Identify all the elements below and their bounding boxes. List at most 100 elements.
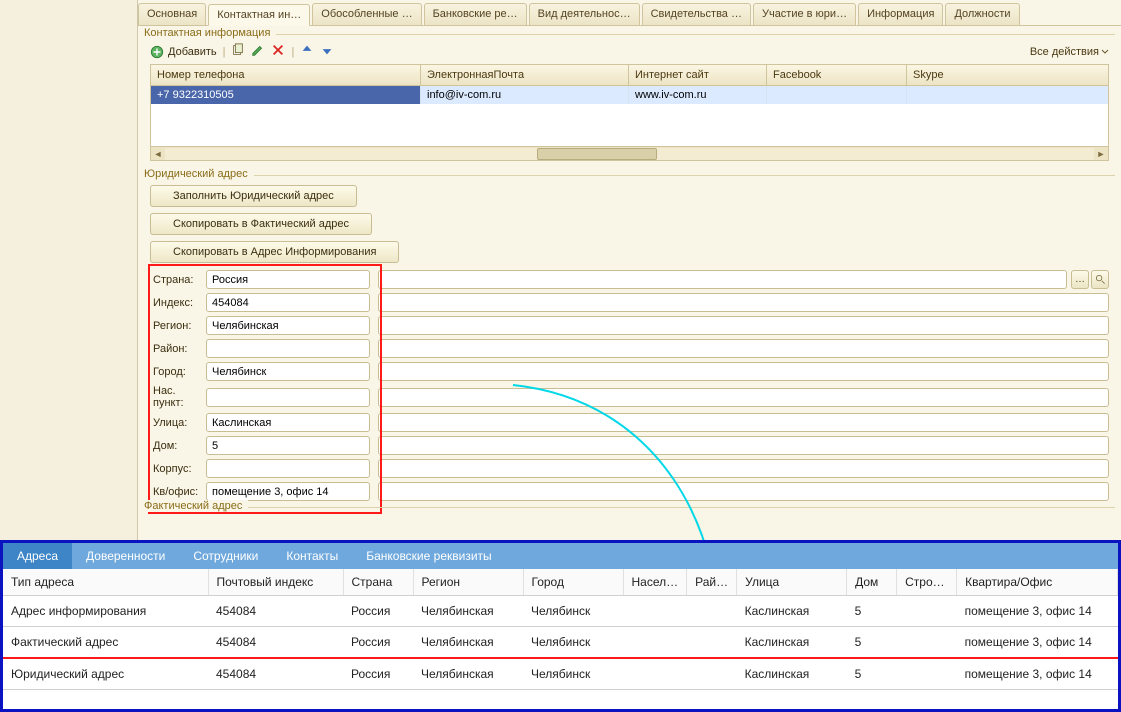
locality-full-input[interactable] (378, 388, 1109, 407)
table-row[interactable]: Фактический адрес 454084 Россия Челябинс… (3, 627, 1118, 659)
bottom-table-header: Тип адреса Почтовый индекс Страна Регион… (3, 569, 1118, 596)
country-full-input[interactable] (378, 270, 1067, 289)
tab-certs[interactable]: Свидетельства … (642, 3, 751, 25)
contact-table-hscroll[interactable]: ◄ ► (151, 146, 1108, 160)
contact-row[interactable]: +7 9322310505 info@iv-com.ru www.iv-com.… (151, 86, 1108, 104)
copy-icon[interactable] (231, 43, 245, 60)
bc-city: Челябинск (523, 596, 623, 627)
building-label: Корпус: (150, 463, 206, 475)
region-input[interactable] (206, 316, 370, 335)
search-button[interactable] (1091, 270, 1109, 289)
district-input[interactable] (206, 339, 370, 358)
plus-circle-icon (150, 45, 164, 59)
scroll-thumb[interactable] (537, 148, 657, 160)
bh-type[interactable]: Тип адреса (3, 569, 208, 596)
tab-branches[interactable]: Обособленные … (312, 3, 421, 25)
flat-input[interactable] (206, 482, 370, 501)
district-full-input[interactable] (378, 339, 1109, 358)
city-label: Город: (150, 366, 206, 378)
bc-street: Каслинская (737, 658, 847, 690)
tab-bank[interactable]: Банковские ре… (424, 3, 527, 25)
down-icon[interactable] (320, 43, 334, 60)
bc-house: 5 (847, 627, 897, 659)
bh-index[interactable]: Почтовый индекс (208, 569, 343, 596)
building-input[interactable] (206, 459, 370, 478)
house-label: Дом: (150, 440, 206, 452)
bc-bld (897, 596, 957, 627)
cell-email: info@iv-com.ru (421, 86, 629, 104)
edit-icon[interactable] (251, 43, 265, 60)
district-label: Район: (150, 343, 206, 355)
region-full-input[interactable] (378, 316, 1109, 335)
tab-positions[interactable]: Должности (945, 3, 1019, 25)
street-full-input[interactable] (378, 413, 1109, 432)
building-full-input[interactable] (378, 459, 1109, 478)
add-button[interactable]: Добавить (150, 45, 217, 59)
flat-full-input[interactable] (378, 482, 1109, 501)
delete-icon[interactable] (271, 43, 285, 60)
bh-building[interactable]: Стро… (897, 569, 957, 596)
col-phone[interactable]: Номер телефона (151, 65, 421, 85)
btab-bank-req[interactable]: Банковские реквизиты (352, 543, 505, 569)
copy-to-inform-button[interactable]: Скопировать в Адрес Информирования (150, 241, 399, 263)
bh-region[interactable]: Регион (413, 569, 523, 596)
legal-address-group: Юридический адрес Заполнить Юридический … (144, 175, 1115, 501)
bc-flat: помещение 3, офис 14 (957, 658, 1118, 690)
tab-info[interactable]: Информация (858, 3, 943, 25)
contact-info-title: Контактная информация (144, 27, 276, 39)
btab-contacts[interactable]: Контакты (272, 543, 352, 569)
index-full-input[interactable] (378, 293, 1109, 312)
bc-type: Юридический адрес (3, 658, 208, 690)
bc-loc (623, 627, 687, 659)
bc-type: Адрес информирования (3, 596, 208, 627)
legal-address-title: Юридический адрес (144, 168, 254, 180)
picker-button[interactable]: … (1071, 270, 1089, 289)
table-row[interactable]: Адрес информирования 454084 Россия Челяб… (3, 596, 1118, 627)
city-input[interactable] (206, 362, 370, 381)
bc-dist (687, 627, 737, 659)
bh-locality[interactable]: Насел… (623, 569, 687, 596)
left-rail (0, 0, 138, 540)
btab-addresses[interactable]: Адреса (3, 543, 72, 569)
index-input[interactable] (206, 293, 370, 312)
fill-legal-button[interactable]: Заполнить Юридический адрес (150, 185, 357, 207)
tab-main[interactable]: Основная (138, 3, 206, 25)
col-skype[interactable]: Skype (907, 65, 1108, 85)
scroll-right-icon[interactable]: ► (1094, 147, 1108, 161)
house-full-input[interactable] (378, 436, 1109, 455)
bh-city[interactable]: Город (523, 569, 623, 596)
bc-city: Челябинск (523, 658, 623, 690)
all-actions-button[interactable]: Все действия (1030, 46, 1109, 58)
table-row[interactable]: Юридический адрес 454084 Россия Челябинс… (3, 658, 1118, 690)
bc-house: 5 (847, 596, 897, 627)
col-facebook[interactable]: Facebook (767, 65, 907, 85)
street-input[interactable] (206, 413, 370, 432)
bc-street: Каслинская (737, 596, 847, 627)
bottom-panel: Адреса Доверенности Сотрудники Контакты … (0, 540, 1121, 712)
toolbar-sep: | (223, 46, 226, 58)
scroll-track[interactable] (165, 148, 1094, 160)
house-input[interactable] (206, 436, 370, 455)
bh-country[interactable]: Страна (343, 569, 413, 596)
search-icon (1095, 274, 1106, 285)
bc-house: 5 (847, 658, 897, 690)
bh-house[interactable]: Дом (847, 569, 897, 596)
locality-input[interactable] (206, 388, 370, 407)
bc-city: Челябинск (523, 627, 623, 659)
copy-to-actual-button[interactable]: Скопировать в Фактический адрес (150, 213, 372, 235)
btab-employees[interactable]: Сотрудники (179, 543, 272, 569)
scroll-left-icon[interactable]: ◄ (151, 147, 165, 161)
contact-table-empty (151, 104, 1108, 146)
city-full-input[interactable] (378, 362, 1109, 381)
tab-part[interactable]: Участие в юри… (753, 3, 856, 25)
tab-contact-info[interactable]: Контактная ин… (208, 4, 310, 26)
country-input[interactable] (206, 270, 370, 289)
bh-flat[interactable]: Квартира/Офис (957, 569, 1118, 596)
col-email[interactable]: ЭлектроннаяПочта (421, 65, 629, 85)
bh-street[interactable]: Улица (737, 569, 847, 596)
bh-district[interactable]: Рай… (687, 569, 737, 596)
col-site[interactable]: Интернет сайт (629, 65, 767, 85)
up-icon[interactable] (300, 43, 314, 60)
tab-activity[interactable]: Вид деятельнос… (529, 3, 640, 25)
btab-powers[interactable]: Доверенности (72, 543, 179, 569)
